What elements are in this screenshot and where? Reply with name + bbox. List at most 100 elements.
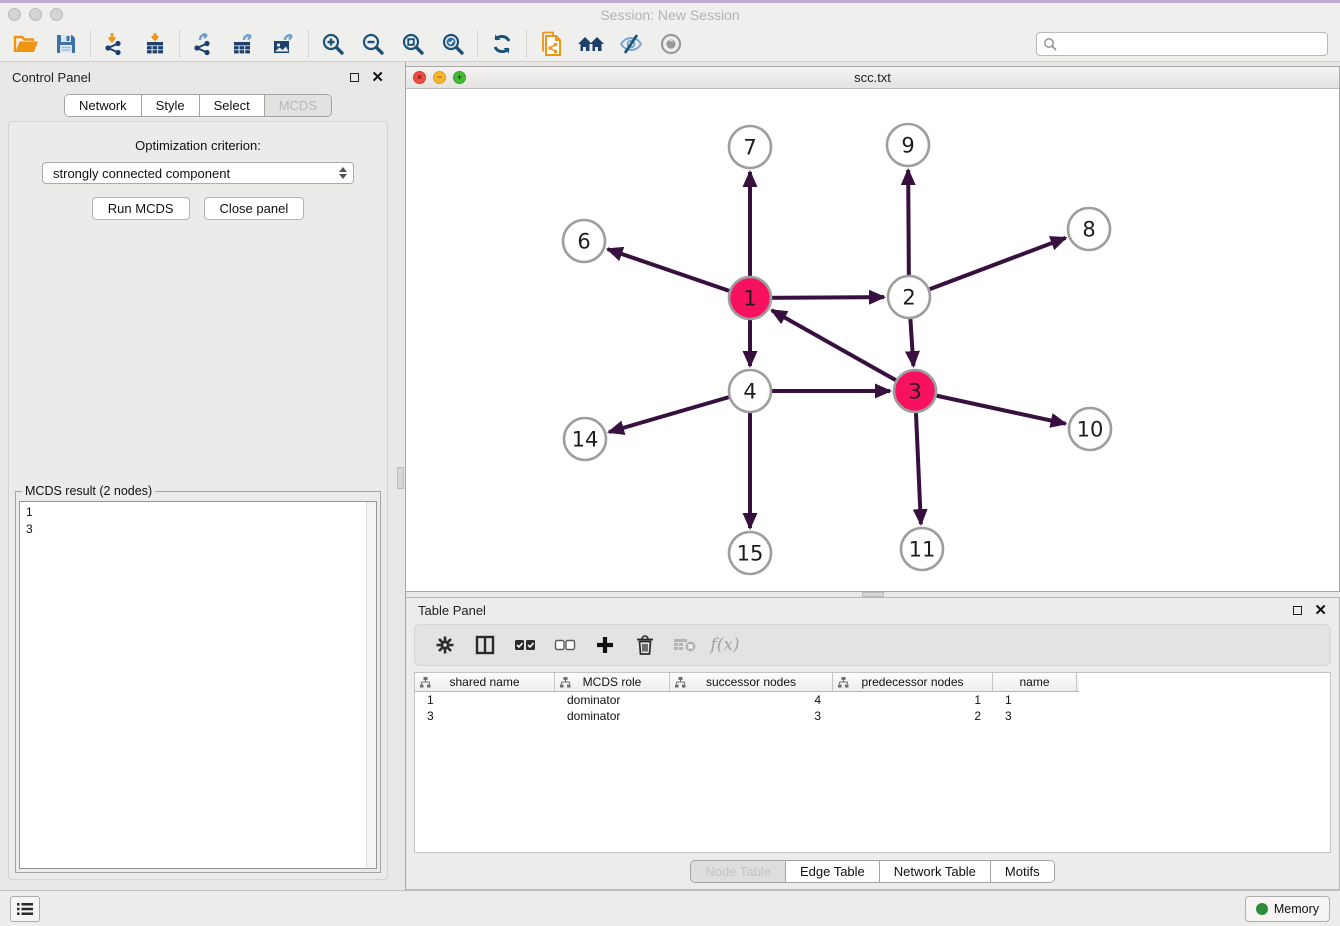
- toolbar-separator: [477, 31, 478, 57]
- splitter-handle[interactable]: [397, 467, 404, 489]
- close-panel-icon[interactable]: ✕: [371, 70, 384, 85]
- import-table-icon[interactable]: [135, 28, 175, 60]
- node-table-body: 1dominator4113dominator323: [415, 692, 1330, 724]
- export-table-icon[interactable]: [224, 28, 264, 60]
- save-session-icon[interactable]: [46, 28, 86, 60]
- memory-button[interactable]: Memory: [1245, 896, 1330, 922]
- show-hidden-icon[interactable]: [651, 28, 691, 60]
- delete-table-icon[interactable]: [667, 628, 703, 662]
- function-builder-icon[interactable]: f(x): [707, 628, 743, 662]
- search-box[interactable]: [1036, 32, 1328, 56]
- graph-node-label-4: 4: [743, 380, 756, 404]
- column-header-MCDS-role[interactable]: MCDS role: [555, 673, 670, 691]
- float-panel-icon[interactable]: [1293, 606, 1302, 615]
- tab-style[interactable]: Style: [141, 95, 199, 116]
- graph-edge-1-6[interactable]: [608, 249, 750, 298]
- vertical-splitter[interactable]: [396, 62, 406, 890]
- split-panel-icon[interactable]: [467, 628, 503, 662]
- mcds-result-item[interactable]: 3: [26, 521, 362, 538]
- status-bar: Memory: [0, 890, 1340, 926]
- zoom-in-icon[interactable]: [313, 28, 353, 60]
- tab-select[interactable]: Select: [199, 95, 264, 116]
- table-cell[interactable]: dominator: [555, 693, 670, 707]
- zoom-fit-icon[interactable]: [393, 28, 433, 60]
- table-cell[interactable]: 3: [670, 709, 833, 723]
- table-cell[interactable]: 1: [993, 693, 1077, 707]
- refresh-view-icon[interactable]: [482, 28, 522, 60]
- table-cell[interactable]: 2: [833, 709, 993, 723]
- optimization-criterion-label: Optimization criterion:: [135, 138, 261, 153]
- column-header-label: MCDS role: [583, 675, 642, 689]
- network-canvas[interactable]: 1234678910111415: [406, 89, 1339, 591]
- memory-label: Memory: [1274, 902, 1319, 916]
- close-panel-icon[interactable]: ✕: [1314, 603, 1327, 618]
- deselect-all-columns-icon[interactable]: [547, 628, 583, 662]
- zoom-out-icon[interactable]: [353, 28, 393, 60]
- window-titlebar: Session: New Session: [0, 0, 1340, 26]
- mcds-panel: Optimization criterion: strongly connect…: [8, 121, 388, 880]
- optimization-criterion-select[interactable]: strongly connected component: [42, 162, 354, 184]
- task-history-button[interactable]: [10, 896, 40, 922]
- zoom-selected-icon[interactable]: [433, 28, 473, 60]
- table-settings-icon[interactable]: [427, 628, 463, 662]
- tab-node-table[interactable]: Node Table: [691, 861, 785, 882]
- run-mcds-button[interactable]: Run MCDS: [92, 197, 190, 220]
- table-cell[interactable]: dominator: [555, 709, 670, 723]
- table-panel-title: Table Panel: [418, 603, 486, 618]
- search-input[interactable]: [1057, 35, 1321, 53]
- search-icon: [1043, 37, 1057, 51]
- export-image-icon[interactable]: [264, 28, 304, 60]
- select-stepper-icon: [339, 167, 349, 179]
- mcds-result-list[interactable]: 13: [19, 501, 377, 869]
- horizontal-splitter[interactable]: [406, 592, 1340, 597]
- column-header-shared-name[interactable]: shared name: [415, 673, 555, 691]
- table-cell[interactable]: 3: [415, 709, 555, 723]
- column-header-predecessor-nodes[interactable]: predecessor nodes: [833, 673, 993, 691]
- tab-edge-table[interactable]: Edge Table: [785, 861, 879, 882]
- tab-network[interactable]: Network: [65, 95, 141, 116]
- graph-edge-3-1[interactable]: [772, 310, 915, 391]
- table-cell[interactable]: 1: [415, 693, 555, 707]
- export-network-icon[interactable]: [184, 28, 224, 60]
- node-table-header: shared name MCDS role successor nodesprede…: [415, 673, 1079, 692]
- graph-edge-2-8[interactable]: [909, 238, 1066, 297]
- mcds-result-item[interactable]: 1: [26, 504, 362, 521]
- table-tabs-bar: Node TableEdge TableNetwork TableMotifs: [406, 853, 1339, 889]
- tab-network-table[interactable]: Network Table: [879, 861, 990, 882]
- hide-selected-icon[interactable]: [611, 28, 651, 60]
- table-cell[interactable]: 3: [993, 709, 1077, 723]
- column-header-label: name: [1019, 675, 1049, 689]
- result-scrollbar[interactable]: [366, 502, 376, 868]
- show-all-nodes-icon[interactable]: [571, 28, 611, 60]
- splitter-handle[interactable]: [862, 592, 884, 597]
- import-network-icon[interactable]: [95, 28, 135, 60]
- column-header-successor-nodes[interactable]: successor nodes: [670, 673, 833, 691]
- select-all-columns-icon[interactable]: [507, 628, 543, 662]
- network-window-titlebar: × − + scc.txt: [406, 67, 1339, 89]
- open-session-icon[interactable]: [6, 28, 46, 60]
- table-panel-header: Table Panel ✕: [406, 598, 1339, 622]
- clone-network-icon[interactable]: [531, 28, 571, 60]
- main-area: Control Panel ✕ NetworkStyleSelectMCDS O…: [0, 62, 1340, 890]
- tab-motifs[interactable]: Motifs: [990, 861, 1054, 882]
- tab-mcds[interactable]: MCDS: [264, 95, 331, 116]
- table-row[interactable]: 3dominator323: [415, 708, 1330, 724]
- node-table[interactable]: shared name MCDS role successor nodesprede…: [414, 672, 1331, 853]
- list-icon: [17, 902, 33, 916]
- optimization-criterion-value: strongly connected component: [53, 166, 230, 181]
- table-cell[interactable]: 1: [833, 693, 993, 707]
- float-panel-icon[interactable]: [350, 73, 359, 82]
- table-cell[interactable]: 4: [670, 693, 833, 707]
- graph-edge-3-10[interactable]: [915, 391, 1066, 424]
- network-view-title: scc.txt: [406, 70, 1339, 85]
- delete-columns-icon[interactable]: [627, 628, 663, 662]
- table-row[interactable]: 1dominator411: [415, 692, 1330, 708]
- close-panel-button[interactable]: Close panel: [204, 197, 305, 220]
- network-view-window: × − + scc.txt 1234678910111415: [406, 66, 1340, 592]
- control-panel-title: Control Panel: [12, 70, 91, 85]
- add-column-icon[interactable]: [587, 628, 623, 662]
- column-type-icon: [838, 677, 849, 688]
- table-toolbar: f(x): [414, 624, 1331, 666]
- column-header-name[interactable]: name: [993, 673, 1077, 691]
- right-column: × − + scc.txt 1234678910111415 Table Pan…: [406, 62, 1340, 890]
